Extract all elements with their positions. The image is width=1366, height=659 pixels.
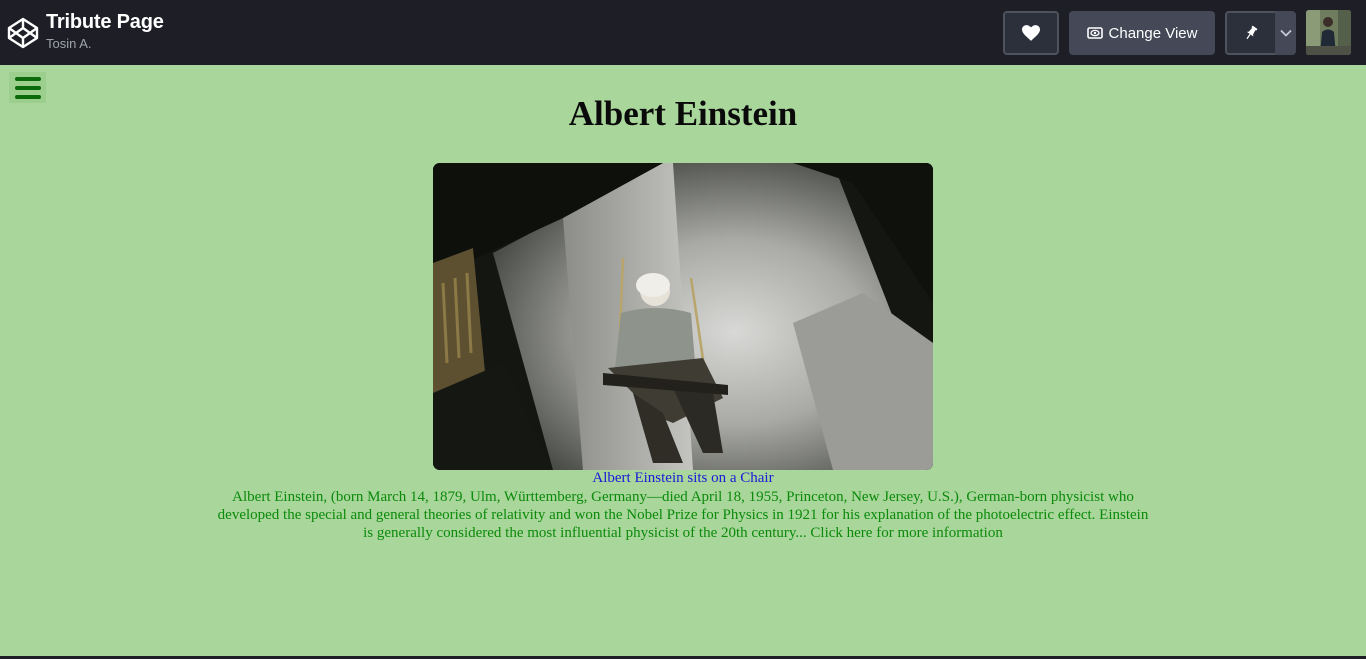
- biography-text: Albert Einstein, (born March 14, 1879, U…: [213, 488, 1153, 542]
- love-button[interactable]: [1003, 11, 1059, 55]
- photo-caption: Albert Einstein sits on a Chair: [592, 470, 774, 486]
- page-heading: Albert Einstein: [568, 94, 798, 133]
- author-name[interactable]: Tosin A.: [46, 36, 92, 51]
- more-information-link[interactable]: Click here for more information: [810, 525, 1002, 541]
- avatar-image: [1306, 10, 1351, 55]
- pen-title[interactable]: Tribute Page: [46, 11, 164, 34]
- codepen-logo-icon[interactable]: [7, 17, 39, 49]
- einstein-photo: [433, 163, 933, 470]
- pin-button[interactable]: [1225, 11, 1275, 55]
- pin-icon: [1246, 25, 1258, 40]
- change-view-button[interactable]: Change View: [1069, 11, 1215, 55]
- change-view-label: Change View: [1108, 24, 1198, 42]
- pin-dropdown-button[interactable]: [1275, 11, 1296, 55]
- eye-icon: [1086, 27, 1103, 39]
- biography-body: Albert Einstein, (born March 14, 1879, U…: [217, 489, 1149, 541]
- top-bar: Tribute Page Tosin A. Change View: [0, 0, 1366, 65]
- user-avatar[interactable]: [1306, 10, 1351, 55]
- heart-icon: [1022, 25, 1040, 41]
- chevron-down-icon: [1279, 29, 1292, 37]
